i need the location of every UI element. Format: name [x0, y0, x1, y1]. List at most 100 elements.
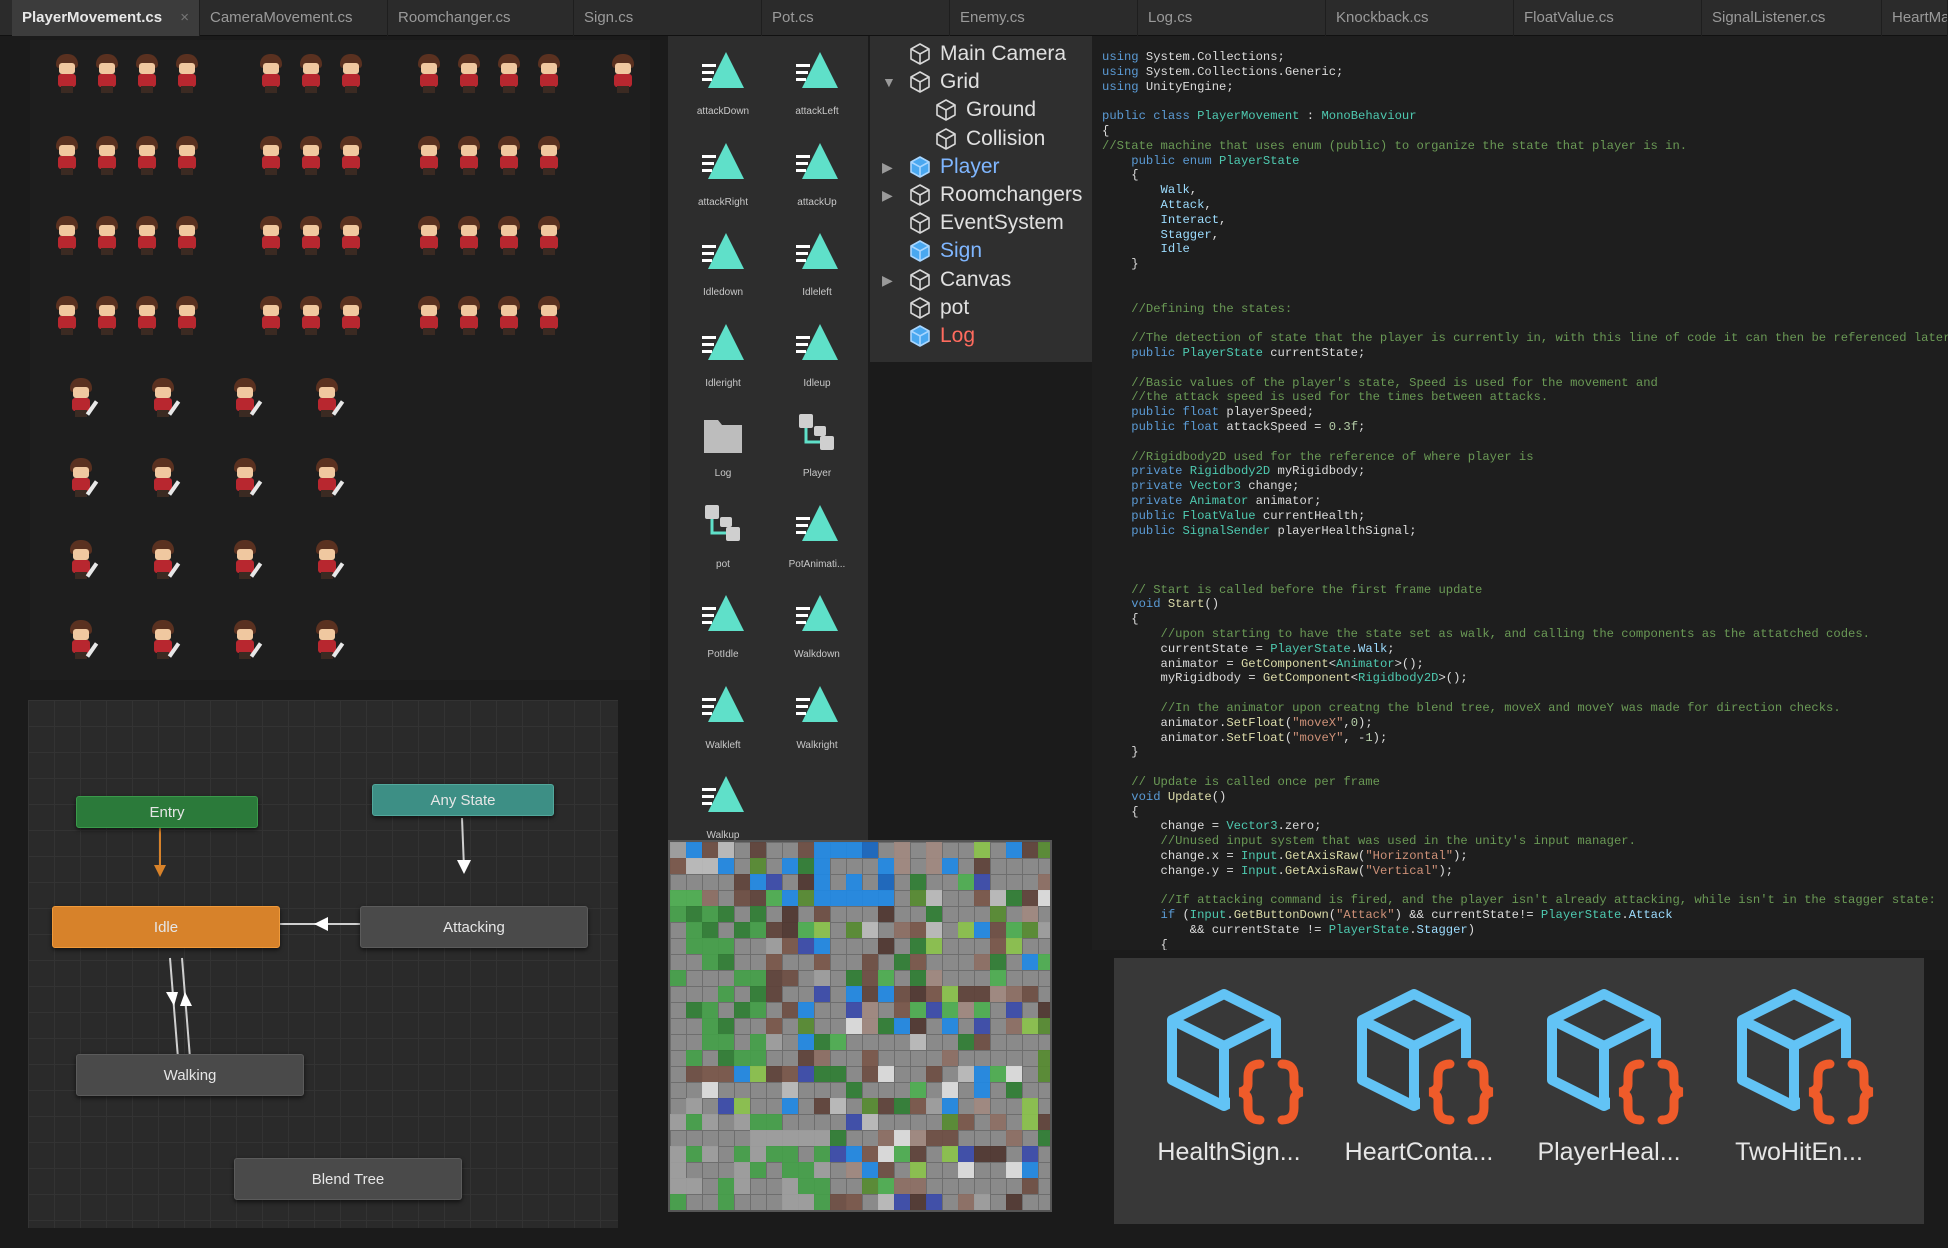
code-token: //State machine that uses enum (public) … [1102, 138, 1688, 153]
tab-floatvalue-cs[interactable]: FloatValue.cs [1514, 0, 1702, 36]
tab-log-cs[interactable]: Log.cs [1138, 0, 1326, 36]
hierarchy-item-sign[interactable]: Sign [908, 237, 1092, 265]
tab-label: FloatValue.cs [1524, 9, 1614, 26]
asset-attackup[interactable]: attackUp [772, 133, 862, 221]
asset-label: Walkdown [794, 649, 840, 660]
hierarchy-item-label: Collision [966, 126, 1046, 150]
animation-clip-icon [702, 52, 744, 88]
tab-enemy-cs[interactable]: Enemy.cs [950, 0, 1138, 36]
code-token: change = [1102, 819, 1227, 834]
tab-signallistener-cs[interactable]: SignalListener.cs [1702, 0, 1882, 36]
character-sprite [52, 296, 82, 336]
tab-sign-cs[interactable]: Sign.cs [574, 0, 762, 36]
asset-log[interactable]: Log [678, 404, 768, 492]
code-line: change = Vector3.zero; [1102, 819, 1948, 834]
character-sprite [312, 458, 345, 498]
tileset-image [668, 840, 1052, 1212]
hierarchy-item-grid[interactable]: ▼ Grid [882, 68, 1092, 96]
expand-right-icon[interactable]: ▶ [882, 181, 893, 209]
tab-cameramovement-cs[interactable]: CameraMovement.cs [200, 0, 388, 36]
state-blend-tree[interactable]: Blend Tree [234, 1158, 462, 1200]
code-token: Animator [1336, 656, 1395, 671]
asset-idleup[interactable]: Idleup [772, 314, 862, 402]
hierarchy-item-roomchangers[interactable]: ▶ Roomchangers [882, 181, 1092, 209]
code-token: myRigidbody; [1270, 464, 1366, 479]
gameobject-cube-icon [910, 71, 930, 93]
asset-walkdown[interactable]: Walkdown [772, 585, 862, 673]
code-token: public enum [1131, 153, 1220, 168]
asset-attackright[interactable]: attackRight [678, 133, 768, 221]
close-icon[interactable]: × [180, 0, 189, 36]
character-sprite [608, 54, 638, 94]
asset-pot[interactable]: pot [678, 495, 768, 583]
asset-attackdown[interactable]: attackDown [678, 42, 768, 130]
hierarchy-item-player[interactable]: ▶ Player [882, 153, 1092, 181]
state-attacking[interactable]: Attacking [360, 906, 588, 948]
character-sprite [534, 136, 564, 176]
character-sprite [494, 54, 524, 94]
script-icon [1167, 989, 1310, 1125]
asset-walkleft[interactable]: Walkleft [678, 676, 768, 764]
code-line: Walk, [1102, 183, 1948, 198]
tab-heartma[interactable]: HeartMa [1882, 0, 1948, 36]
tab-label: Log.cs [1148, 9, 1193, 26]
tab-pot-cs[interactable]: Pot.cs [762, 0, 950, 36]
script-asset-0[interactable]: HealthSign... [1144, 988, 1314, 1188]
animation-clip-icon [796, 504, 838, 541]
asset-walkright[interactable]: Walkright [772, 676, 862, 764]
hierarchy-item-canvas[interactable]: ▶ Canvas [882, 266, 1092, 294]
asset-potanimati-[interactable]: PotAnimati... [772, 495, 862, 583]
tab-roomchanger-cs[interactable]: Roomchanger.cs [388, 0, 574, 36]
hierarchy-item-label: EventSystem [940, 211, 1064, 235]
asset-attackleft[interactable]: attackLeft [772, 42, 862, 130]
asset-potidle[interactable]: PotIdle [678, 585, 768, 673]
state-walking[interactable]: Walking [76, 1054, 304, 1096]
state-entry[interactable]: Entry [76, 796, 258, 828]
script-asset-1[interactable]: HeartConta... [1334, 988, 1504, 1188]
character-sprite [312, 620, 345, 660]
asset-idledown[interactable]: Idledown [678, 223, 768, 311]
code-editor[interactable]: using System.Collections; using System.Co… [1092, 36, 1948, 950]
tab-playermovement-cs[interactable]: PlayerMovement.cs × [12, 0, 200, 36]
hierarchy-item-main-camera[interactable]: Main Camera [908, 40, 1092, 68]
code-line: Attack, [1102, 198, 1948, 213]
hierarchy-item-eventsystem[interactable]: EventSystem [908, 209, 1092, 237]
script-asset-2[interactable]: PlayerHeal... [1524, 988, 1694, 1188]
asset-player[interactable]: Player [772, 404, 862, 492]
expand-right-icon[interactable]: ▶ [882, 153, 893, 181]
hierarchy-item-log[interactable]: Log [908, 322, 1092, 350]
hierarchy-item-pot[interactable]: pot [908, 294, 1092, 322]
expand-right-icon[interactable]: ▶ [882, 266, 893, 294]
hierarchy-item-label: Grid [940, 70, 980, 94]
asset-idleleft[interactable]: Idleleft [772, 223, 862, 311]
code-token: GetAxisRaw [1284, 863, 1359, 878]
hierarchy-item-collision[interactable]: Collision [934, 125, 1092, 153]
hierarchy-item-ground[interactable]: Ground [934, 96, 1092, 124]
character-sprite [92, 216, 122, 256]
asset-idleright[interactable]: Idleright [678, 314, 768, 402]
state-any-state[interactable]: Any State [372, 784, 554, 816]
transition-arrows [154, 817, 471, 1059]
code-token: Attack [1628, 908, 1673, 923]
code-token: Walk [1160, 183, 1190, 198]
code-line: // Update is called once per frame [1102, 775, 1948, 790]
code-token: >(); [1438, 671, 1468, 686]
gameobject-cube-icon [910, 268, 930, 291]
state-idle[interactable]: Idle [52, 906, 280, 948]
expand-down-icon[interactable]: ▼ [882, 68, 896, 96]
animation-clip-icon [796, 323, 838, 360]
script-asset-3[interactable]: TwoHitEn... [1714, 988, 1884, 1188]
tab-knockback-cs[interactable]: Knockback.cs [1326, 0, 1514, 36]
